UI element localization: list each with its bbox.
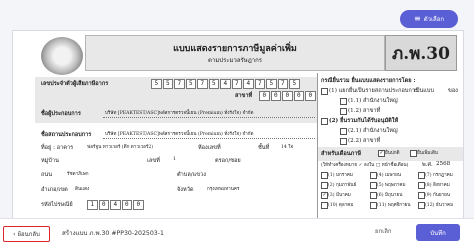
operator-name-line (103, 117, 315, 118)
options-button[interactable]: ≡ ตัวเลือก (400, 10, 458, 28)
form-title-box: แบบแสดงรายการภาษีมูลค่าเพิ่ม ตามประมวลรั… (85, 35, 385, 71)
subdistrict-label: ตำบล/แขวง (177, 172, 206, 178)
month-label-5: (5) พฤษภาคม (377, 183, 406, 188)
form-subtitle: ตามประมวลรัษฎากร (208, 57, 262, 64)
tax-id-label: เลขประจำตัวผู้เสียภาษีอากร (41, 81, 109, 87)
normal-filing-label: ยื่นปกติ (385, 151, 400, 156)
operator-name-value: บริษัท [PEAKTEST/ASC]พลัสการตรวจนี้เยน (… (105, 111, 254, 116)
operator-name-label: ชื่อผู้ประกอบการ (41, 111, 81, 117)
province-label: จังหวัด (177, 187, 194, 193)
additional-filing-label: ยื่นเพิ่มเติม (417, 151, 439, 156)
floor-value: 14 ใจ (281, 145, 294, 150)
branch-2-label: (2.2) สาขาที่ (348, 138, 381, 144)
establishment-label: ชื่อสถานประกอบการ (41, 132, 92, 138)
branch-1-label: (1.2) สาขาที่ (348, 108, 381, 114)
month-checkbox-6[interactable] (370, 192, 377, 199)
chevron-left-icon: ‹ (13, 230, 16, 238)
establishment-line (103, 138, 315, 139)
filing-options-panel: กรณียื่นรวม ยื่นแบบแสดงรายการโดย : (1) แ… (317, 73, 463, 219)
branch-1-checkbox[interactable] (340, 108, 347, 115)
month-label-10: (10) ตุลาคม (328, 203, 354, 208)
month-label-11: (11) พฤศจิกายน (377, 203, 411, 208)
separate-filing-checkbox[interactable] (321, 88, 328, 95)
building-value: ฟอร์จูน ทาวเวอร์ (ตึก ดาวเวอร์2) (87, 145, 154, 150)
month-label-7: (7) กรกฎาคม (425, 173, 453, 178)
cancel-button[interactable]: ยกเลิก (375, 226, 392, 236)
room-label: ห้องเลขที่ (198, 145, 221, 151)
form-title: แบบแสดงรายการภาษีมูลค่าเพิ่ม (173, 44, 297, 54)
district-label: อำเภอ/เขต (41, 187, 68, 193)
month-label-3: (3) มีนาคม (328, 193, 351, 198)
branch-digits: 0 0 0 0 0 (259, 91, 317, 101)
additional-filing-checkbox[interactable] (410, 150, 417, 157)
month-label-1: (1) มกราคม (328, 173, 353, 178)
month-label-4: (4) เมษายน (377, 173, 402, 178)
month-label-8: (8) สิงหาคม (425, 183, 450, 188)
tax-id-digits: 5 5 7 5 7 5 4 7 4 7 5 7 5 (151, 79, 301, 89)
hq-1-label: (1.1) สำนักงานใหญ่ (348, 98, 398, 104)
branch-2-checkbox[interactable] (340, 138, 347, 145)
month-checkbox-3[interactable]: ✓ (321, 192, 328, 199)
month-checkbox-10[interactable] (321, 202, 328, 209)
month-checkbox-7[interactable] (418, 172, 425, 179)
separate-filing-sub: เป็นแบบ (414, 88, 434, 94)
combined-filing-label: (2) ยื่นรวมกันได้รับอนุมัติให้ (329, 118, 399, 124)
month-label-2: (2) กุมภาพันธ์ (328, 183, 357, 188)
road-label: ถนน (41, 172, 53, 178)
month-label-12: (12) ธันวาคม (425, 203, 454, 208)
pp30-document: แบบแสดงรายการภาษีมูลค่าเพิ่ม ตามประมวลรั… (35, 31, 463, 219)
bottom-action-bar: ‹ ย้อนกลับ สร้างแบบ ภ.พ.30 #PP30-202503-… (0, 218, 474, 246)
month-checkbox-4[interactable] (370, 172, 377, 179)
postal-digits: 1 0 4 0 0 (87, 200, 145, 210)
number-value: 1 (173, 157, 176, 162)
month-checkbox-1[interactable] (321, 172, 328, 179)
form-code: ภ.พ.30 (385, 35, 457, 71)
back-button[interactable]: ‹ ย้อนกลับ (3, 226, 50, 242)
hq-2-checkbox[interactable] (340, 128, 347, 135)
year-label: พ.ศ. (422, 162, 433, 168)
back-label: ย้อนกลับ (17, 231, 40, 238)
normal-filing-checkbox[interactable]: ✓ (378, 150, 385, 157)
building-label: ที่อยู่ : อาคาร (41, 145, 74, 151)
combined-filing-checkbox[interactable] (321, 118, 328, 125)
month-checkbox-11[interactable] (370, 202, 377, 209)
hq-2-label: (2.1) สำนักงานใหญ่ (348, 128, 398, 134)
month-checkbox-9[interactable] (418, 192, 425, 199)
month-checkbox-8[interactable] (418, 182, 425, 189)
filing-header: กรณียื่นรวม ยื่นแบบแสดงรายการโดย : (321, 78, 416, 84)
page-title: สร้างแบบ ภ.พ.30 #PP30-202503-1 (62, 230, 164, 237)
year-value: 2568 (436, 161, 451, 167)
form-preview[interactable]: แบบแสดงรายการภาษีมูลค่าเพิ่ม ตามประมวลรั… (12, 30, 464, 220)
province-value: กรุงเทพมหานคร (207, 187, 240, 192)
postal-label: รหัสไปรษณีย์ (41, 202, 73, 208)
month-checkbox-5[interactable] (370, 182, 377, 189)
district-value: ดินแดง (75, 187, 90, 192)
period-label: สำหรับเดือนภาษี (321, 151, 362, 157)
revenue-department-seal-icon (41, 37, 83, 75)
number-label: เลขที่ (147, 158, 160, 164)
hq-1-checkbox[interactable] (340, 98, 347, 105)
month-label-6: (6) มิถุนายน (377, 193, 403, 198)
road-value: รัชดาภิเษก (67, 172, 89, 177)
branch-label: สาขาที่ (235, 93, 253, 99)
floor-label: ชั้นที่ (258, 145, 270, 151)
village-label: หมู่บ้าน (41, 158, 59, 164)
options-label: ตัวเลือก (423, 16, 444, 23)
save-button[interactable]: บันทึก (416, 224, 460, 241)
separate-filing-label: (1) แยกยื่นเป็นรายสถานประกอบการ (329, 88, 418, 94)
separate-filing-sub2: ของ (448, 88, 458, 94)
establishment-value: บริษัท [PEAKTEST/ASC]พลัสการตรวจนี้เยน (… (105, 132, 254, 137)
menu-icon: ≡ (414, 14, 421, 23)
months-instruction: (ให้ทำเครื่องหมาย ✓ ลงใน □ หน้าชื่อเดือน… (321, 163, 409, 168)
alley-label: ตรอก/ซอย (215, 158, 241, 164)
month-label-9: (9) กันยายน (425, 193, 450, 198)
month-checkbox-2[interactable] (321, 182, 328, 189)
month-checkbox-12[interactable] (418, 202, 425, 209)
